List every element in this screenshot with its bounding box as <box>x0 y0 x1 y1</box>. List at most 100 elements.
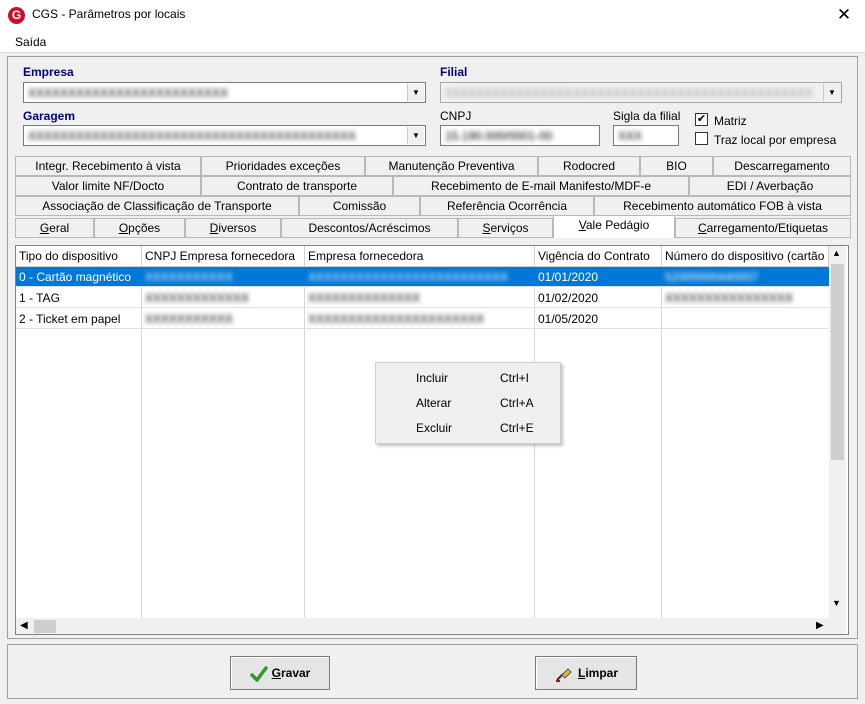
tab-descontos-acrescimos[interactable]: Descontos/Acréscimos <box>281 218 458 238</box>
scroll-thumb[interactable] <box>34 620 56 633</box>
menu-item-shortcut: Ctrl+A <box>500 396 534 410</box>
menu-saida[interactable]: Saída <box>15 35 46 49</box>
tab-valor-limite[interactable]: Valor limite NF/Docto <box>15 176 201 196</box>
matriz-checkbox[interactable]: ✔ <box>695 113 708 126</box>
tab-carregamento-label: arregamento/Etiquetas <box>706 221 829 235</box>
column-header-vigencia[interactable]: Vigência do Contrato <box>535 246 662 267</box>
tab-recebimento-fob[interactable]: Recebimento automático FOB à vista <box>594 196 851 216</box>
column-header-cnpj[interactable]: CNPJ Empresa fornecedora <box>142 246 305 267</box>
cell-tipo: 2 - Ticket em papel <box>19 312 121 326</box>
tab-servicos-mnemonic: S <box>482 221 491 235</box>
column-header-empresa[interactable]: Empresa fornecedora <box>305 246 535 267</box>
cnpj-label: CNPJ <box>440 109 472 123</box>
menu-item-label: Incluir <box>416 371 449 385</box>
scroll-down-icon[interactable]: ▼ <box>832 598 841 608</box>
tab-geral-label: eral <box>49 221 70 235</box>
tab-geral-mnemonic: G <box>39 221 50 235</box>
chevron-down-icon[interactable]: ▼ <box>823 84 840 101</box>
gravar-button[interactable]: Gravar <box>230 656 330 690</box>
tab-diversos[interactable]: Diversos <box>185 218 281 238</box>
tab-carregamento-etiquetas[interactable]: Carregamento/Etiquetas <box>675 218 851 238</box>
tab-diversos-label: iversos <box>218 221 257 235</box>
scroll-right-icon[interactable]: ▶ <box>816 620 824 631</box>
garagem-value: XXXXXXXXXXXXXXXXXXXXXXXXXXXXXXXXXXXXXXXX… <box>28 129 357 142</box>
gravar-mnemonic: G <box>271 666 281 680</box>
menu-item-label: Excluir <box>416 421 453 435</box>
empresa-value: XXXXXXXXXXXXXXXXXXXXXXXXX <box>28 86 229 99</box>
tab-vale-pedagio-label: ale Pedágio <box>585 218 650 232</box>
tab-edi-averbacao[interactable]: EDI / Averbação <box>689 176 851 196</box>
scroll-thumb[interactable] <box>831 264 844 460</box>
tab-carregamento-mnemonic: C <box>697 221 707 235</box>
tab-manutencao[interactable]: Manutenção Preventiva <box>365 156 538 176</box>
tab-descarregamento[interactable]: Descarregamento <box>713 156 851 176</box>
cell-cnpj: XXXXXXXXXXXXX <box>145 291 250 305</box>
button-bar <box>7 644 858 699</box>
matriz-label: Matriz <box>714 114 747 128</box>
tab-geral[interactable]: Geral <box>15 218 94 238</box>
tab-rodocred[interactable]: Rodocred <box>538 156 640 176</box>
cell-vigencia: 01/02/2020 <box>538 291 599 305</box>
sigla-field[interactable]: XXX <box>613 125 679 146</box>
menu-item-alterar[interactable]: Alterar Ctrl+A <box>376 391 560 416</box>
cnpj-value: 15.190.000/0001-00 <box>445 129 553 143</box>
cell-empresa: XXXXXXXXXXXXXXXXXXXXXXXXX <box>308 270 509 284</box>
window-title: CGS - Parâmetros por locais <box>32 7 186 21</box>
tab-opcoes-label: pções <box>128 221 161 235</box>
cell-tipo: 1 - TAG <box>19 291 60 305</box>
cell-numero: 52000000440007 <box>665 270 759 284</box>
garagem-select[interactable]: XXXXXXXXXXXXXXXXXXXXXXXXXXXXXXXXXXXXXXXX… <box>23 125 426 146</box>
sigla-value: XXX <box>618 129 643 143</box>
tab-servicos-label: erviços <box>490 221 529 235</box>
tab-associacao-classificacao[interactable]: Associação de Classificação de Transport… <box>15 196 299 216</box>
horizontal-scrollbar[interactable]: ◀ ▶ <box>16 618 846 634</box>
cell-numero <box>662 309 829 329</box>
tab-vale-pedagio[interactable]: Vale Pedágio <box>553 215 675 238</box>
tab-integr-recebimento[interactable]: Integr. Recebimento à vista <box>15 156 201 176</box>
table-row[interactable]: 1 - TAG XXXXXXXXXXXXX XXXXXXXXXXXXXX 01/… <box>16 288 829 308</box>
cell-cnpj: XXXXXXXXXXX <box>145 312 234 326</box>
cell-numero: XXXXXXXXXXXXXXXX <box>665 291 794 305</box>
limpar-button[interactable]: Limpar <box>535 656 637 690</box>
tab-bio[interactable]: BIO <box>640 156 713 176</box>
filial-label: Filial <box>440 65 468 79</box>
tab-prioridades[interactable]: Prioridades exceções <box>201 156 365 176</box>
cell-vigencia: 01/05/2020 <box>538 312 599 326</box>
cnpj-field[interactable]: 15.190.000/0001-00 <box>440 125 600 146</box>
eraser-icon <box>555 668 572 682</box>
chevron-down-icon[interactable]: ▼ <box>407 127 424 144</box>
filial-value: XXXXXXXXXXXXXXXXXXXXXXXXXXXXXXXXXXXXXXXX… <box>445 86 814 99</box>
limpar-label: impar <box>585 666 619 680</box>
scroll-left-icon[interactable]: ◀ <box>20 620 28 631</box>
tab-recebimento-email[interactable]: Recebimento de E-mail Manifesto/MDF-e <box>393 176 689 196</box>
tab-opcoes[interactable]: Opções <box>94 218 185 238</box>
gravar-label: ravar <box>280 666 311 680</box>
table-row[interactable]: 0 - Cartão magnético XXXXXXXXXXX XXXXXXX… <box>16 267 829 287</box>
column-header-numero[interactable]: Número do dispositivo (cartão <box>662 246 829 267</box>
cell-cnpj: XXXXXXXXXXX <box>145 270 234 284</box>
menu-item-incluir[interactable]: Incluir Ctrl+I <box>376 366 560 391</box>
filial-select[interactable]: XXXXXXXXXXXXXXXXXXXXXXXXXXXXXXXXXXXXXXXX… <box>440 82 842 103</box>
menu-item-shortcut: Ctrl+I <box>500 371 530 385</box>
traz-local-label: Traz local por empresa <box>714 133 837 147</box>
tab-contrato-transporte[interactable]: Contrato de transporte <box>201 176 393 196</box>
column-header-tipo[interactable]: Tipo do dispositivo <box>16 246 142 267</box>
context-menu: Incluir Ctrl+I Alterar Ctrl+A Excluir Ct… <box>375 362 561 444</box>
scroll-up-icon[interactable]: ▲ <box>832 248 841 258</box>
table-row[interactable]: 2 - Ticket em papel XXXXXXXXXXX XXXXXXXX… <box>16 309 829 329</box>
close-button[interactable]: ✕ <box>826 2 862 28</box>
tab-vale-pedagio-mnemonic: V <box>578 218 586 232</box>
chevron-down-icon[interactable]: ▼ <box>407 84 424 101</box>
tab-servicos[interactable]: Serviços <box>458 218 553 238</box>
cell-tipo: 0 - Cartão magnético <box>19 270 132 284</box>
tab-referencia-ocorrencia[interactable]: Referência Ocorrência <box>420 196 594 216</box>
menu-bar: Saída <box>0 31 865 53</box>
menu-item-excluir[interactable]: Excluir Ctrl+E <box>376 416 560 441</box>
cell-vigencia: 01/01/2020 <box>538 270 599 284</box>
vertical-scrollbar[interactable]: ▲ ▼ <box>829 246 846 618</box>
title-bar: G CGS - Parâmetros por locais ✕ <box>0 0 865 31</box>
traz-local-checkbox[interactable] <box>695 132 708 145</box>
menu-item-shortcut: Ctrl+E <box>500 421 534 435</box>
empresa-select[interactable]: XXXXXXXXXXXXXXXXXXXXXXXXX ▼ <box>23 82 426 103</box>
tab-comissao[interactable]: Comissão <box>299 196 420 216</box>
